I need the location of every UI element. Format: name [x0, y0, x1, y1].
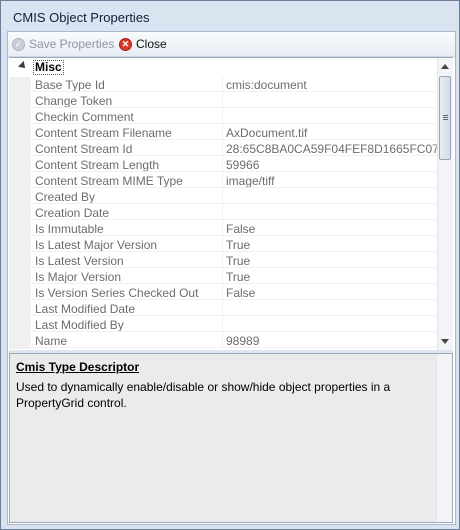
property-name: Last Modified Date: [31, 301, 223, 316]
category-label: Misc: [33, 60, 64, 75]
property-name: Change Token: [31, 93, 223, 108]
property-row[interactable]: Is Latest Version True: [9, 253, 437, 269]
help-panel: Cmis Type Descriptor Used to dynamically…: [9, 353, 453, 523]
row-gutter: [9, 157, 31, 173]
property-value[interactable]: 98989: [223, 333, 437, 348]
property-name: Checkin Comment: [31, 109, 223, 124]
scroll-up-arrow-icon[interactable]: [441, 64, 449, 69]
row-gutter: [9, 301, 31, 317]
help-title: Cmis Type Descriptor: [16, 360, 140, 374]
property-name: Is Major Version: [31, 269, 223, 284]
row-gutter: [9, 109, 31, 125]
property-row[interactable]: Content Stream Filename AxDocument.tif: [9, 125, 437, 141]
row-gutter: [9, 205, 31, 221]
property-value[interactable]: AxDocument.tif: [223, 125, 437, 140]
window-content: ✓ Save Properties ✕ Close Misc Base Type…: [7, 31, 456, 525]
property-row[interactable]: Last Modified Date: [9, 301, 437, 317]
row-gutter: [9, 173, 31, 189]
row-gutter: [9, 189, 31, 205]
category-row[interactable]: Misc: [9, 60, 437, 76]
property-name: Content Stream Filename: [31, 125, 223, 140]
row-gutter: [9, 285, 31, 301]
grip-icon: [443, 115, 448, 116]
property-name: Content Stream Id: [31, 141, 223, 156]
property-name: Last Modified By: [31, 317, 223, 332]
property-value[interactable]: 28:65C8BA0CA59F04FEF8D1665FC076CD3: [223, 141, 437, 156]
property-value[interactable]: True: [223, 237, 437, 252]
property-value[interactable]: [223, 317, 437, 332]
property-name: Is Latest Major Version: [31, 237, 223, 252]
property-name: Created By: [31, 189, 223, 204]
window-title: CMIS Object Properties: [13, 10, 150, 25]
property-row[interactable]: Change Token: [9, 93, 437, 109]
row-gutter: [9, 221, 31, 237]
row-gutter: [9, 269, 31, 285]
property-value[interactable]: image/tiff: [223, 173, 437, 188]
collapse-triangle-icon[interactable]: [18, 61, 28, 71]
property-value[interactable]: [223, 205, 437, 220]
property-value[interactable]: True: [223, 253, 437, 268]
property-value[interactable]: [223, 93, 437, 108]
property-grid: Misc Base Type Id cmis:document Change Tok…: [9, 57, 453, 351]
property-value[interactable]: [223, 109, 437, 124]
property-row[interactable]: Content Stream Length 59966: [9, 157, 437, 173]
close-circle-icon: ✕: [119, 37, 132, 51]
save-properties-button[interactable]: ✓ Save Properties: [12, 35, 114, 53]
property-row[interactable]: Is Latest Major Version True: [9, 237, 437, 253]
property-value[interactable]: [223, 189, 437, 204]
row-gutter: [9, 77, 31, 93]
property-row[interactable]: Last Modified By: [9, 317, 437, 333]
property-name: Base Type Id: [31, 77, 223, 92]
close-button[interactable]: ✕ Close: [119, 35, 167, 53]
properties-window: CMIS Object Properties ✓ Save Properties…: [0, 0, 460, 530]
property-row[interactable]: Creation Date: [9, 205, 437, 221]
row-gutter: [9, 237, 31, 253]
row-gutter: [9, 317, 31, 333]
save-properties-label: Save Properties: [29, 37, 115, 51]
property-row[interactable]: Content Stream Id 28:65C8BA0CA59F04FEF8D1…: [9, 141, 437, 157]
row-gutter: [9, 141, 31, 157]
check-circle-icon: ✓: [12, 37, 25, 51]
property-value[interactable]: False: [223, 285, 437, 300]
property-name: Content Stream MIME Type: [31, 173, 223, 188]
property-name: Is Latest Version: [31, 253, 223, 268]
title-bar[interactable]: CMIS Object Properties: [1, 1, 459, 31]
property-value[interactable]: False: [223, 221, 437, 236]
scroll-down-arrow-icon[interactable]: [441, 339, 449, 344]
help-scrollbar[interactable]: [436, 354, 452, 522]
property-row[interactable]: Base Type Id cmis:document: [9, 77, 437, 93]
property-name: Is Version Series Checked Out: [31, 285, 223, 300]
property-row[interactable]: Content Stream MIME Type image/tiff: [9, 173, 437, 189]
row-gutter: [9, 125, 31, 141]
scrollbar-thumb[interactable]: [439, 76, 451, 160]
property-name: Name: [31, 333, 223, 348]
property-value[interactable]: True: [223, 269, 437, 284]
close-label: Close: [136, 37, 167, 51]
property-row[interactable]: Created By: [9, 189, 437, 205]
property-name: Creation Date: [31, 205, 223, 220]
property-row[interactable]: Checkin Comment: [9, 109, 437, 125]
property-rows: Base Type Id cmis:document Change Token Che…: [9, 77, 437, 349]
row-gutter: [9, 253, 31, 269]
help-description: Used to dynamically enable/disable or sh…: [16, 380, 391, 410]
property-value[interactable]: [223, 301, 437, 316]
property-name: Content Stream Length: [31, 157, 223, 172]
property-name: Is Immutable: [31, 221, 223, 236]
grid-vertical-scrollbar[interactable]: [437, 58, 453, 350]
property-value[interactable]: cmis:document: [223, 77, 437, 92]
toolbar: ✓ Save Properties ✕ Close: [8, 32, 455, 57]
property-row[interactable]: Name 98989: [9, 333, 437, 349]
property-row[interactable]: Is Version Series Checked Out False: [9, 285, 437, 301]
property-row[interactable]: Is Major Version True: [9, 269, 437, 285]
property-row[interactable]: Is Immutable False: [9, 221, 437, 237]
property-value[interactable]: 59966: [223, 157, 437, 172]
row-gutter: [9, 93, 31, 109]
row-gutter: [9, 333, 31, 349]
